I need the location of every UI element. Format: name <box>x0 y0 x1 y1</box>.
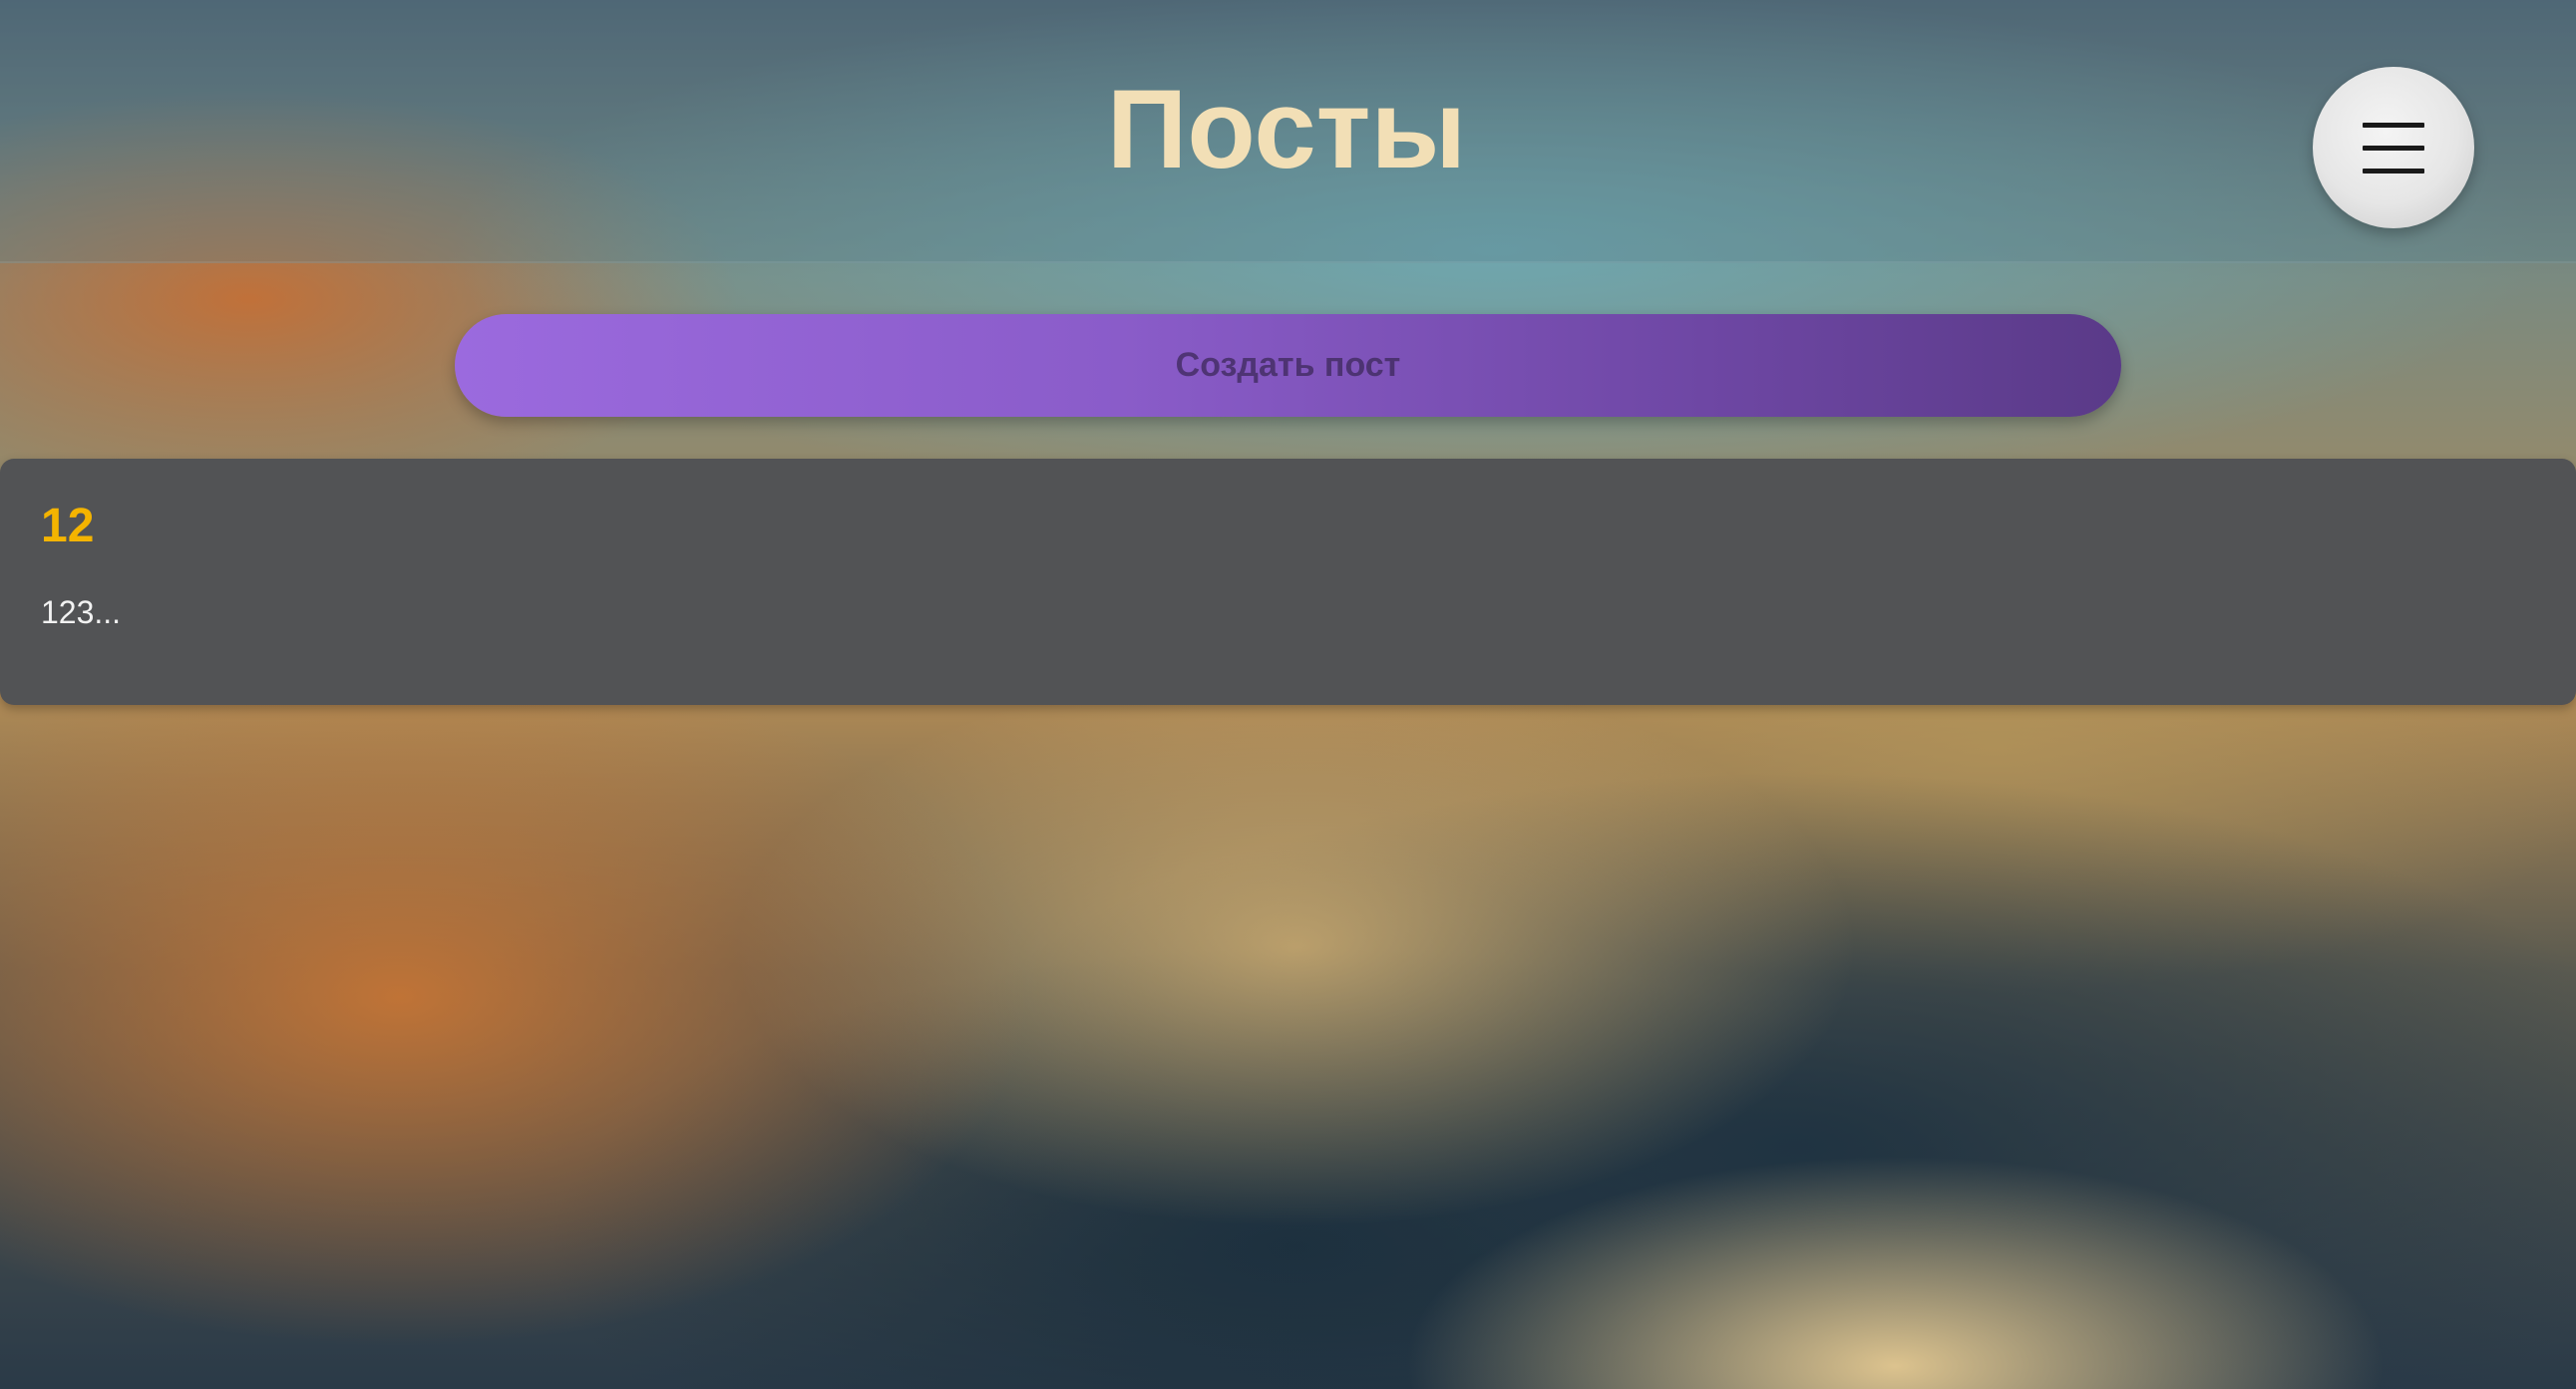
post-excerpt: 123... <box>41 594 122 630</box>
menu-button[interactable] <box>2313 67 2474 228</box>
post-card[interactable] <box>0 459 2576 705</box>
post-title[interactable]: 12 <box>41 499 94 554</box>
page-title: Посты <box>1106 67 1467 191</box>
hamburger-menu-icon <box>2363 123 2424 174</box>
create-post-button[interactable]: Создать пост <box>455 314 2121 417</box>
